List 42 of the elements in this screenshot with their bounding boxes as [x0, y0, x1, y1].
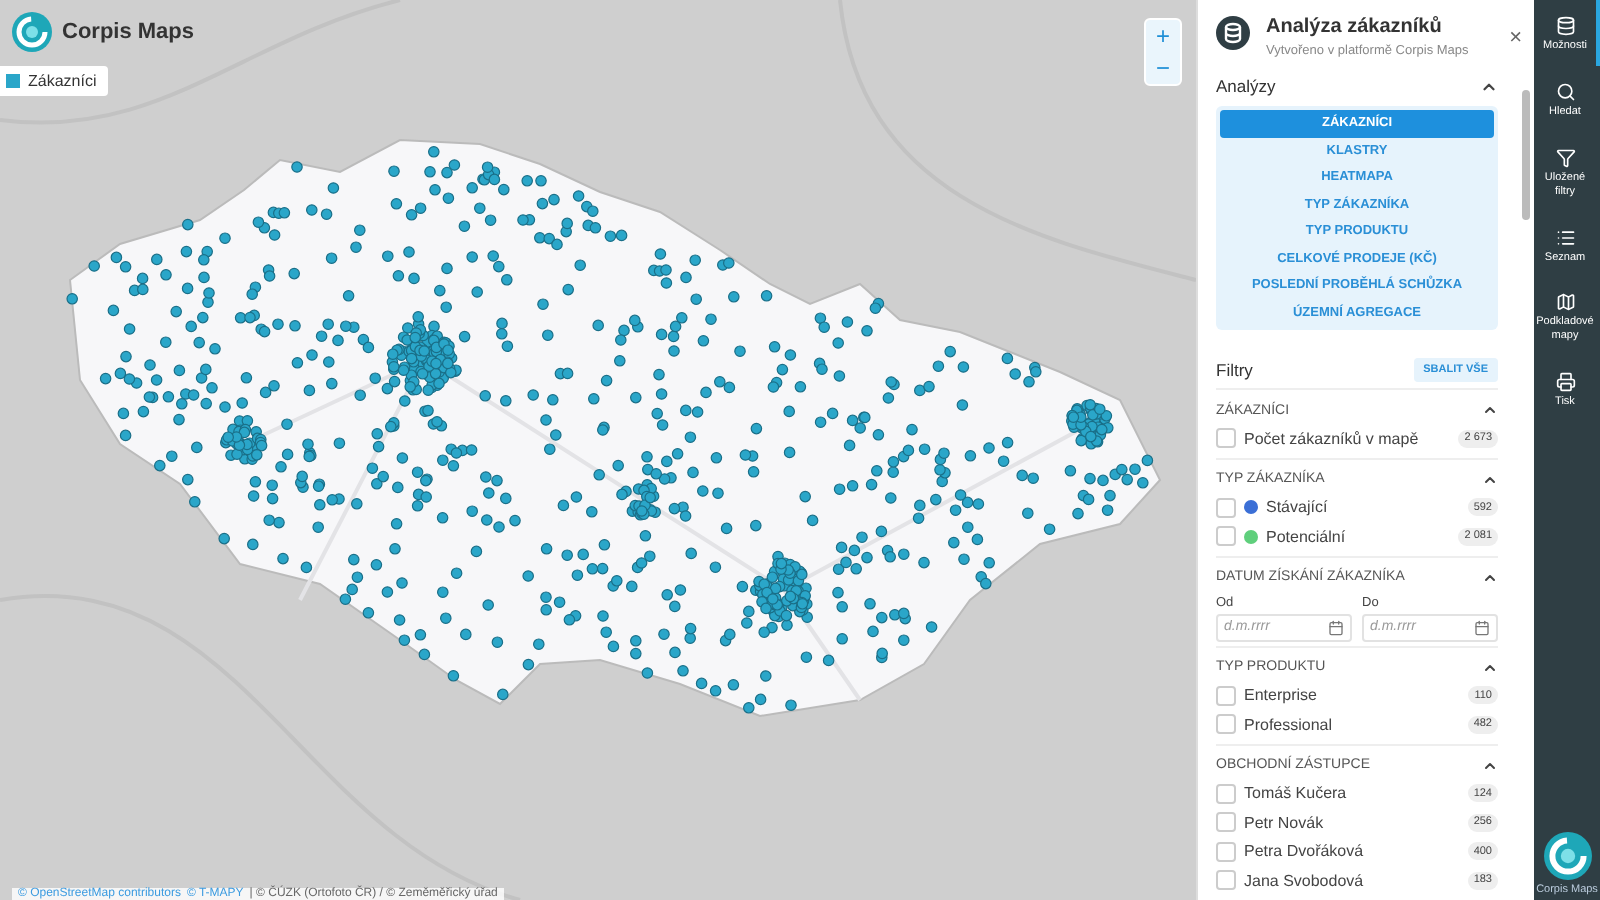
- checkbox[interactable]: [1216, 685, 1236, 706]
- filter-label: Petra Dvořáková: [1244, 842, 1366, 861]
- checkbox[interactable]: [1216, 783, 1236, 804]
- checkbox[interactable]: [1216, 497, 1236, 518]
- zoom-in-button[interactable]: +: [1146, 20, 1180, 52]
- legend-swatch: [6, 74, 20, 88]
- checkbox[interactable]: [1216, 714, 1236, 735]
- checkbox[interactable]: [1216, 812, 1236, 833]
- chevron-icon[interactable]: [1482, 757, 1498, 773]
- filter-label: Počet zákazníků v mapě: [1244, 429, 1421, 448]
- search-icon: [1555, 81, 1575, 102]
- checkbox[interactable]: [1216, 526, 1236, 547]
- close-button[interactable]: ×: [1509, 28, 1522, 50]
- section-title: Filtry: [1216, 360, 1253, 380]
- zoom-out-button[interactable]: −: [1146, 52, 1180, 84]
- database-icon: [1216, 16, 1250, 50]
- chevron-icon[interactable]: [1482, 402, 1498, 418]
- filter-label: Enterprise: [1244, 686, 1319, 705]
- filter-label: Professional: [1244, 715, 1335, 734]
- calendar-icon[interactable]: [1474, 619, 1490, 635]
- chevron-icon[interactable]: [1482, 569, 1498, 585]
- filter-label: Potenciální: [1266, 527, 1348, 546]
- filter-label: Jana Svobodová: [1244, 871, 1366, 890]
- chevron-icon[interactable]: [1482, 659, 1498, 675]
- chevron-icon[interactable]: [1482, 471, 1498, 487]
- filter-icon: [1555, 147, 1575, 168]
- printer-icon: [1555, 372, 1575, 393]
- map-icon: [1555, 292, 1575, 313]
- legend-label: Zákazníci: [28, 72, 97, 90]
- checkbox[interactable]: [1216, 870, 1236, 891]
- panel-title: Analýza zákazníků: [1266, 16, 1444, 38]
- logo-icon: [1543, 832, 1591, 880]
- calendar-icon[interactable]: [1328, 619, 1344, 635]
- database-icon: [1555, 16, 1575, 36]
- filter-label: Petr Novák: [1244, 813, 1326, 832]
- checkbox[interactable]: [1216, 428, 1236, 449]
- filter-label: Tomáš Kučera: [1244, 784, 1349, 803]
- filter-label: Stávající: [1266, 498, 1330, 517]
- app-name: Corpis Maps: [62, 20, 195, 44]
- checkbox[interactable]: [1216, 841, 1236, 862]
- logo-icon: [12, 12, 52, 52]
- section-title: Analýzy: [1216, 76, 1276, 96]
